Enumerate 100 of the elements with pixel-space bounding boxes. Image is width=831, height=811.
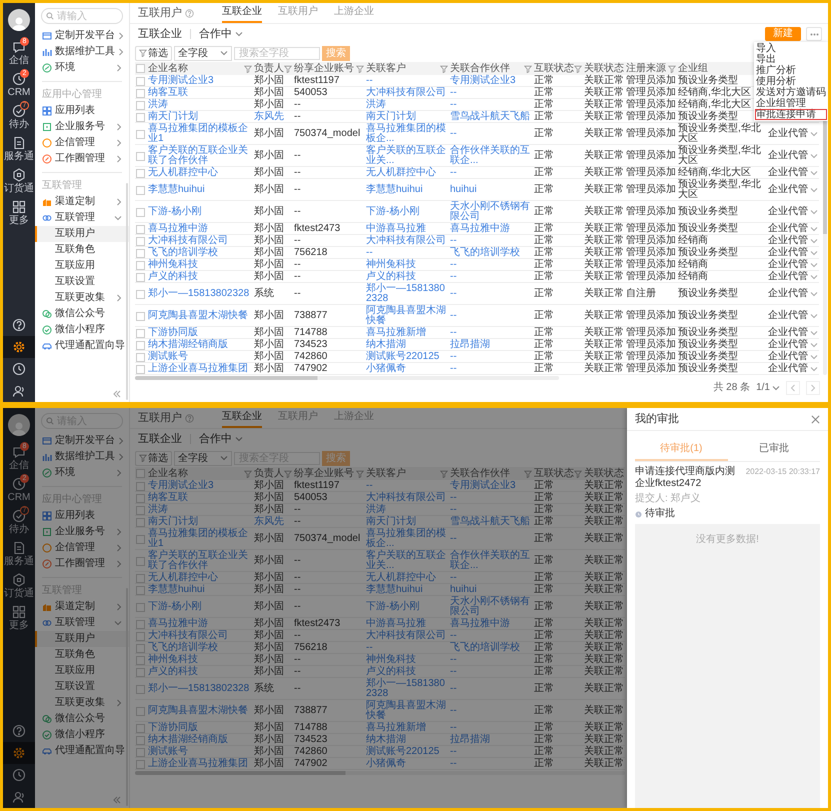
sidebar-item[interactable]: 互联用户: [35, 226, 129, 242]
checkbox[interactable]: [136, 152, 145, 160]
field-select[interactable]: 全字段: [174, 450, 232, 466]
sidebar-item[interactable]: 微信公众号: [35, 711, 129, 727]
table-link[interactable]: 喜马拉雅集团的模板企业1: [147, 528, 253, 550]
sidebar-item[interactable]: 互联应用: [35, 258, 129, 274]
table-link[interactable]: 专用测试企业3: [449, 480, 533, 492]
menu-item[interactable]: 发送对方邀请码: [755, 87, 827, 98]
checkbox[interactable]: [136, 340, 145, 350]
scrollbar[interactable]: [135, 376, 560, 380]
checkbox[interactable]: [136, 656, 145, 664]
table-link[interactable]: 大冲科技有限公司: [147, 234, 253, 246]
table-link[interactable]: 李慧慧huihui: [147, 584, 253, 596]
table-link[interactable]: 下游协同版: [147, 326, 253, 338]
sidebar-item[interactable]: 定制开发平台: [35, 433, 129, 449]
sidebar-item[interactable]: 互联更改集: [35, 695, 129, 711]
checkbox[interactable]: [136, 88, 145, 98]
table-link[interactable]: 喜马拉雅新增: [365, 722, 449, 734]
tab[interactable]: 上游企业: [334, 408, 374, 428]
table-link[interactable]: 洪涛: [365, 98, 449, 110]
table-link[interactable]: 合作伙伴关联的互联企...: [449, 550, 533, 572]
tab[interactable]: 已审批: [728, 439, 820, 461]
checkbox[interactable]: [136, 469, 145, 478]
table-link[interactable]: --: [449, 234, 533, 246]
table-link[interactable]: 东风先: [253, 110, 293, 122]
table-link[interactable]: 天水小刚不锈钢有限公司: [449, 596, 533, 618]
checkbox[interactable]: [136, 208, 145, 216]
sidebar-item[interactable]: 数据维护工具: [35, 449, 129, 465]
table-link[interactable]: 东风先: [253, 516, 293, 528]
nav-item[interactable]: 订货通: [3, 570, 35, 602]
tab[interactable]: 互联企业: [222, 408, 262, 428]
table-link[interactable]: 南天门计划: [365, 516, 449, 528]
checkbox[interactable]: [136, 64, 145, 73]
table-link[interactable]: 专用测试企业3: [147, 75, 253, 86]
table-link[interactable]: 客户关联的互联企业关...: [365, 144, 449, 166]
table-link[interactable]: 合作伙伴关联的互联企...: [449, 144, 533, 166]
table-link[interactable]: 卢义的科技: [147, 270, 253, 282]
checkbox[interactable]: [136, 76, 145, 86]
table-link[interactable]: 客户关联的互联企业关联了合作伙伴: [147, 550, 253, 572]
checkbox[interactable]: [136, 186, 145, 194]
table-link[interactable]: --: [449, 758, 533, 770]
table-link[interactable]: 下游-杨小刚: [365, 596, 449, 618]
table-link[interactable]: 南天门计划: [365, 110, 449, 122]
sidebar-item[interactable]: 环境: [35, 465, 129, 481]
table-link[interactable]: 喜马拉雅集团的模板企...: [365, 122, 449, 144]
table-link[interactable]: --: [449, 166, 533, 178]
table-link[interactable]: 洪涛: [147, 98, 253, 110]
table-link[interactable]: 洪涛: [147, 504, 253, 516]
table-link[interactable]: 无人机群控中心: [365, 572, 449, 584]
sidebar-item[interactable]: 互联管理: [35, 210, 129, 226]
table-link[interactable]: 南天门计划: [147, 110, 253, 122]
table-link[interactable]: --: [449, 86, 533, 98]
table-link[interactable]: 郑小一—15813802328: [365, 282, 449, 304]
table-link[interactable]: 卢义的科技: [365, 270, 449, 282]
table-link[interactable]: 上游企业喜马拉雅集团: [147, 758, 253, 770]
search-field[interactable]: 请输入: [41, 8, 123, 24]
tab[interactable]: 互联用户: [278, 408, 318, 428]
table-link[interactable]: 纳木措湖经销商版: [147, 338, 253, 350]
new-button[interactable]: 新建: [765, 27, 801, 41]
table-link[interactable]: 小猪佩奇: [365, 758, 449, 770]
table-link[interactable]: 纳客互联: [147, 86, 253, 98]
filter-button[interactable]: 筛选: [135, 450, 172, 466]
table-link[interactable]: --: [449, 282, 533, 304]
table-link[interactable]: 大冲科技有限公司: [147, 630, 253, 642]
table-link[interactable]: --: [365, 75, 449, 86]
checkbox[interactable]: [136, 556, 145, 566]
checkbox[interactable]: [136, 272, 145, 282]
menu-item[interactable]: 使用分析: [755, 76, 827, 87]
table-link[interactable]: 阿克陶县喜盟木湖快餐: [147, 700, 253, 722]
nav-item[interactable]: 更多: [3, 602, 35, 634]
table-link[interactable]: 洪涛: [365, 504, 449, 516]
table-link[interactable]: --: [365, 246, 449, 258]
table-link[interactable]: 郑小一—15813802328: [147, 282, 253, 304]
checkbox[interactable]: [136, 260, 145, 270]
table-link[interactable]: 阿克陶县喜盟木湖快餐: [365, 700, 449, 722]
clock-icon[interactable]: [12, 768, 26, 782]
table-link[interactable]: 无人机群控中心: [147, 166, 253, 178]
nav-item[interactable]: 订货通: [3, 165, 35, 197]
checkbox[interactable]: [136, 644, 145, 652]
table-link[interactable]: 拉昂措湖: [449, 338, 533, 350]
sidebar-item[interactable]: 应用列表: [35, 508, 129, 524]
table-link[interactable]: 喜马拉雅中游: [449, 222, 533, 234]
help-icon[interactable]: [12, 318, 26, 332]
checkbox[interactable]: [136, 482, 145, 490]
view-dropdown[interactable]: 合作中: [199, 432, 243, 446]
table-link[interactable]: 大冲科技有限公司: [365, 234, 449, 246]
table-link[interactable]: 飞飞的培训学校: [449, 246, 533, 258]
sidebar-item[interactable]: 渠道定制: [35, 599, 129, 615]
sidebar-item[interactable]: 互联设置: [35, 274, 129, 290]
checkbox[interactable]: [136, 236, 145, 246]
table-link[interactable]: 测试账号220125: [365, 746, 449, 758]
settings-icon[interactable]: [12, 340, 26, 354]
checkbox[interactable]: [136, 760, 145, 768]
table-link[interactable]: 纳客互联: [147, 492, 253, 504]
table-link[interactable]: --: [449, 304, 533, 326]
tab[interactable]: 互联用户: [278, 3, 318, 23]
table-link[interactable]: --: [449, 654, 533, 666]
table-link[interactable]: --: [365, 642, 449, 654]
checkbox[interactable]: [136, 620, 145, 628]
checkbox[interactable]: [136, 168, 145, 178]
